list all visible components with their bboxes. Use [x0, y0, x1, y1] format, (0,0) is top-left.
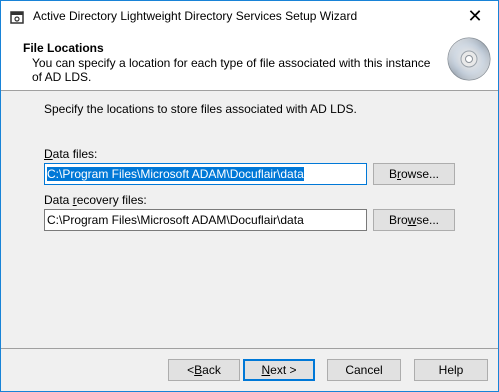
data-files-browse-button[interactable]: Br owse... — [373, 163, 455, 185]
next-button[interactable]: Next > — [243, 359, 315, 381]
instruction-text: Specify the locations to store files ass… — [44, 102, 357, 116]
title-bar: Active Directory Lightweight Directory S… — [0, 0, 499, 32]
recovery-files-value: C:\Program Files\Microsoft ADAM\Docuflai… — [47, 213, 304, 227]
recovery-files-input[interactable]: C:\Program Files\Microsoft ADAM\Docuflai… — [44, 209, 367, 231]
footer-separator — [1, 348, 498, 349]
close-icon: ✕ — [467, 6, 483, 26]
data-files-value: C:\Program Files\Microsoft ADAM\Docuflai… — [47, 167, 304, 181]
cancel-button[interactable]: Cancel — [327, 359, 401, 381]
window-title: Active Directory Lightweight Directory S… — [33, 9, 358, 23]
page-description: You can specify a location for each type… — [32, 56, 431, 84]
help-button[interactable]: Help — [414, 359, 488, 381]
close-button[interactable]: ✕ — [452, 1, 498, 32]
wizard-header: File Locations You can specify a locatio… — [1, 32, 498, 91]
recovery-files-browse-button[interactable]: Bro w se... — [373, 209, 455, 231]
data-files-input[interactable]: C:\Program Files\Microsoft ADAM\Docuflai… — [44, 163, 367, 185]
back-button[interactable]: < Back — [168, 359, 240, 381]
setup-wizard-icon — [10, 10, 24, 24]
data-files-label: Data files: — [44, 147, 98, 161]
page-title: File Locations — [23, 41, 104, 55]
cd-disc-icon — [446, 36, 492, 82]
recovery-files-label: Data recovery files: — [44, 193, 147, 207]
